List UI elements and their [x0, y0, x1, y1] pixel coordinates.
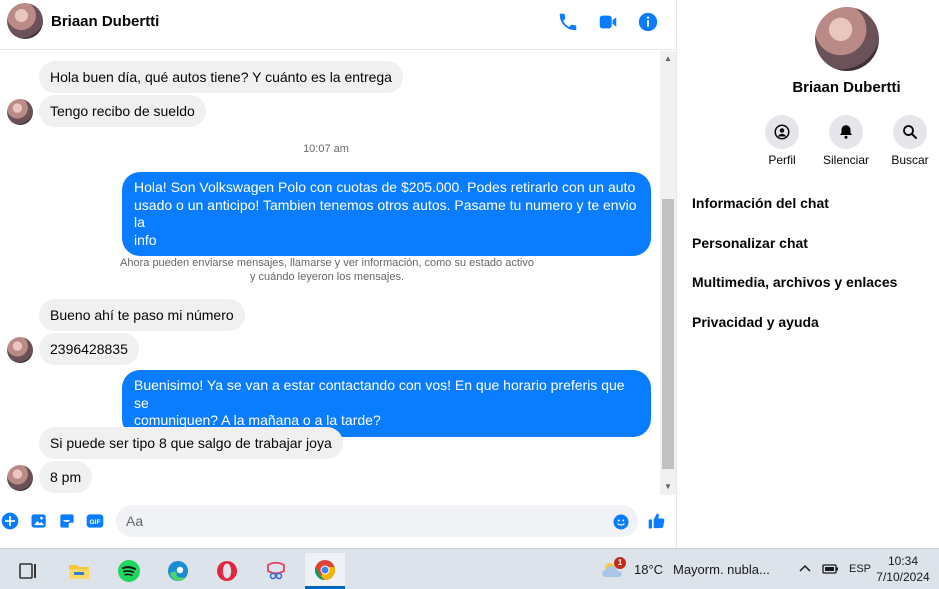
weather-notification-badge: 1 [614, 557, 626, 569]
gif-label: GIF [89, 519, 100, 526]
opera-icon[interactable] [207, 553, 247, 589]
phone-icon[interactable] [557, 11, 579, 33]
contact-avatar[interactable] [7, 3, 43, 39]
message-scrollbar[interactable]: ▲ ▼ [660, 51, 676, 495]
chevron-up-icon[interactable] [797, 561, 813, 577]
snipping-tool-icon[interactable] [256, 553, 296, 589]
windows-taskbar: 18°C Mayorm. nubla... ESP 10:34 7/10/202… [0, 548, 939, 589]
contact-avatar-small [7, 99, 33, 125]
battery-icon[interactable] [820, 561, 840, 577]
chat-info-panel: Briaan Dubertti Perfil Silenciar Buscar … [677, 0, 939, 548]
clock-date: 7/10/2024 [876, 570, 930, 584]
message-timestamp: 10:07 am [303, 143, 349, 155]
system-notice: Ahora pueden enviarse mensajes, llamarse… [110, 256, 544, 284]
contact-avatar-large[interactable] [815, 7, 879, 71]
info-icon[interactable] [637, 11, 659, 33]
task-view-icon[interactable] [8, 553, 48, 589]
chat-header: Briaan Dubertti [0, 0, 676, 50]
file-explorer-icon[interactable] [59, 553, 99, 589]
message-incoming[interactable]: 8 pm [39, 461, 93, 493]
search-label: Buscar [891, 153, 929, 167]
weather-description[interactable]: Mayorm. nubla... [673, 562, 770, 577]
plus-icon[interactable] [0, 511, 20, 531]
chat-column: Briaan Dubertti Hola buen día, qué autos… [0, 0, 677, 548]
message-list: Hola buen día, qué autos tiene? Y cuánto… [0, 51, 660, 495]
message-incoming[interactable]: Hola buen día, qué autos tiene? Y cuánto… [39, 61, 403, 93]
profile-label: Perfil [768, 153, 796, 167]
scroll-down-arrow-icon[interactable]: ▼ [660, 479, 676, 495]
weather-temperature[interactable]: 18°C [634, 562, 663, 577]
messenger-window: Briaan Dubertti Hola buen día, qué autos… [0, 0, 939, 548]
message-incoming[interactable]: 2396428835 [39, 333, 139, 365]
sticker-icon[interactable] [57, 511, 77, 531]
menu-media-files-links[interactable]: Multimedia, archivos y enlaces [692, 274, 897, 290]
menu-chat-info[interactable]: Información del chat [692, 195, 829, 211]
bell-icon [829, 115, 863, 149]
emoji-icon[interactable] [612, 513, 630, 531]
clock-time: 10:34 [887, 554, 919, 568]
menu-customize-chat[interactable]: Personalizar chat [692, 235, 808, 251]
notice-line: y cuándo leyeron los mensajes. [249, 271, 405, 283]
message-line: Hola! Son Volkswagen Polo con cuotas de … [134, 179, 636, 195]
scroll-thumb[interactable] [662, 199, 674, 469]
profile-button[interactable]: Perfil [752, 115, 812, 167]
mute-button[interactable]: Silenciar [816, 115, 876, 167]
menu-privacy-help[interactable]: Privacidad y ayuda [692, 314, 819, 330]
search-icon [893, 115, 927, 149]
composer-bar: GIF [0, 497, 676, 548]
scroll-up-arrow-icon[interactable]: ▲ [660, 51, 676, 67]
message-input[interactable] [116, 505, 638, 537]
contact-avatar-small [7, 465, 33, 491]
gif-icon[interactable]: GIF [85, 511, 105, 531]
spotify-icon[interactable] [109, 553, 149, 589]
message-incoming[interactable]: Bueno ahí te paso mi número [39, 299, 245, 331]
chrome-icon[interactable] [305, 553, 345, 589]
video-icon[interactable] [597, 11, 619, 33]
info-contact-name: Briaan Dubertti [792, 79, 901, 96]
message-incoming[interactable]: Si puede ser tipo 8 que salgo de trabaja… [39, 427, 343, 459]
message-incoming[interactable]: Tengo recibo de sueldo [39, 95, 206, 127]
input-language[interactable]: ESP [849, 563, 871, 575]
notice-line: Ahora pueden enviarse mensajes, llamarse… [120, 257, 534, 269]
message-line: Buenisimo! Ya se van a estar contactando… [134, 377, 625, 411]
profile-icon [765, 115, 799, 149]
system-clock[interactable]: 10:34 7/10/2024 [870, 553, 936, 585]
contact-avatar-small [7, 337, 33, 363]
search-button[interactable]: Buscar [880, 115, 939, 167]
message-line: info [134, 231, 157, 248]
contact-name[interactable]: Briaan Dubertti [51, 13, 159, 30]
like-icon[interactable] [647, 511, 667, 531]
message-line: usado o un anticipo! Tambien tenemos otr… [134, 196, 637, 231]
image-icon[interactable] [29, 511, 49, 531]
edge-icon[interactable] [158, 553, 198, 589]
mute-label: Silenciar [822, 153, 870, 167]
message-outgoing[interactable]: Hola! Son Volkswagen Polo con cuotas de … [122, 172, 651, 256]
